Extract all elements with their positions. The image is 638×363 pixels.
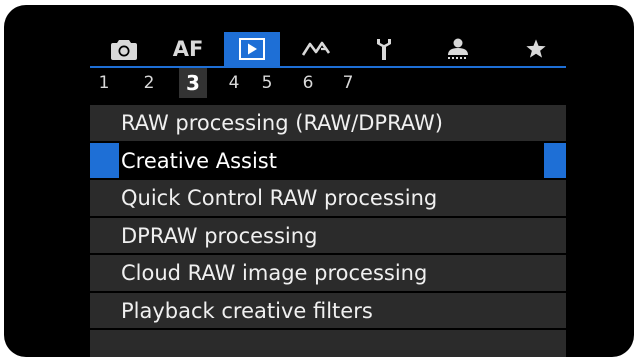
menu-tab-bar: AF — [90, 32, 566, 68]
menu-item-label: Playback creative filters — [121, 298, 373, 323]
page-4[interactable]: 4 — [220, 68, 248, 98]
menu-list: RAW processing (RAW/DPRAW) Creative Assi… — [90, 105, 566, 357]
page-3[interactable]: 3 — [179, 68, 207, 98]
af-tab-label: AF — [172, 37, 204, 61]
tab-setup[interactable] — [356, 32, 412, 66]
menu-item-playback-creative-filters[interactable]: Playback creative filters — [90, 292, 566, 330]
menu-item-empty — [90, 330, 566, 357]
camera-bezel: AF 1 2 3 4 5 6 7 RAW processing (RAW/DPR… — [0, 0, 638, 363]
selection-bar-right — [544, 142, 566, 178]
play-icon — [239, 38, 265, 60]
menu-item-label: RAW processing (RAW/DPRAW) — [121, 111, 443, 135]
menu-item-label: Quick Control RAW processing — [121, 186, 438, 210]
page-2[interactable]: 2 — [135, 68, 163, 98]
page-6[interactable]: 6 — [294, 68, 322, 98]
tab-shooting[interactable] — [96, 32, 152, 66]
camera-icon — [111, 38, 137, 60]
tab-mymenu[interactable] — [508, 32, 564, 66]
custom-functions-icon — [445, 37, 471, 61]
page-1[interactable]: 1 — [90, 68, 118, 98]
menu-item-dpraw-processing[interactable]: DPRAW processing — [90, 217, 566, 255]
tab-custom[interactable] — [430, 32, 486, 66]
menu-item-label: DPRAW processing — [121, 223, 318, 248]
menu-item-creative-assist[interactable]: Creative Assist — [90, 142, 566, 180]
tab-playback[interactable] — [224, 32, 280, 66]
menu-item-label: Creative Assist — [121, 148, 277, 173]
menu-item-quick-control-raw[interactable]: Quick Control RAW processing — [90, 180, 566, 218]
page-5[interactable]: 5 — [253, 68, 281, 98]
menu-item-cloud-raw[interactable]: Cloud RAW image processing — [90, 255, 566, 293]
tab-af[interactable]: AF — [160, 32, 216, 66]
wrench-icon — [375, 37, 393, 61]
page-number-row: 1 2 3 4 5 6 7 — [90, 68, 566, 98]
page-7[interactable]: 7 — [334, 68, 362, 98]
wireless-icon — [301, 39, 331, 59]
tab-wireless[interactable] — [288, 32, 344, 66]
camera-screen: AF 1 2 3 4 5 6 7 RAW processing (RAW/DPR… — [4, 5, 634, 357]
menu-item-label: Cloud RAW image processing — [121, 261, 428, 285]
menu-item-raw-processing[interactable]: RAW processing (RAW/DPRAW) — [90, 105, 566, 143]
selection-bar-left — [90, 142, 119, 178]
star-icon — [525, 38, 547, 60]
